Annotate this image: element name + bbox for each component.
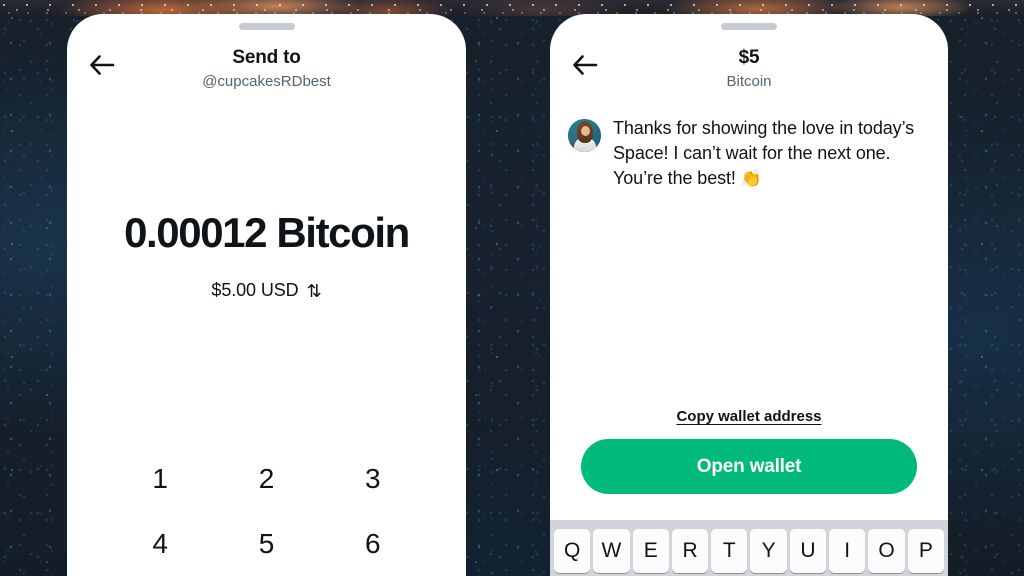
left-nav-bar: Send to @cupcakesRDbest [67, 30, 466, 102]
key-e[interactable]: E [632, 529, 669, 573]
key-t[interactable]: T [711, 529, 748, 573]
key-q[interactable]: Q [554, 529, 591, 573]
right-nav-titles: $5 Bitcoin [550, 46, 948, 92]
sheet-drag-handle[interactable] [721, 23, 777, 30]
keypad-key-4[interactable]: 4 [107, 511, 213, 576]
fiat-amount-toggle[interactable]: $5.00 USD ⇅ [211, 280, 321, 301]
screenshot-stage: Send to @cupcakesRDbest 0.00012 Bitcoin … [0, 0, 1024, 576]
key-r[interactable]: R [671, 529, 709, 573]
back-button[interactable] [85, 48, 119, 82]
back-button[interactable] [568, 48, 602, 82]
send-confirmation-screen: $5 Bitcoin Thanks for showing the love i… [550, 14, 948, 576]
key-u[interactable]: U [789, 529, 827, 573]
clapping-hands-icon: 👏 [740, 169, 762, 188]
onscreen-keyboard: Q W E R T Y U I O P [550, 520, 948, 576]
keypad-key-2[interactable]: 2 [213, 446, 319, 511]
avatar[interactable] [568, 119, 601, 152]
arrow-left-icon [572, 54, 598, 76]
keypad-key-3[interactable]: 3 [320, 446, 426, 511]
sheet-drag-handle[interactable] [238, 23, 295, 30]
currency-label: Bitcoin [726, 73, 772, 90]
keypad-key-5[interactable]: 5 [213, 511, 319, 576]
message-text: Thanks for showing the love in today’s S… [613, 118, 915, 188]
right-nav-bar: $5 Bitcoin [550, 30, 948, 102]
key-p[interactable]: P [907, 529, 944, 573]
swap-currency-icon[interactable]: ⇅ [307, 282, 322, 300]
send-amount-screen: Send to @cupcakesRDbest 0.00012 Bitcoin … [67, 14, 466, 576]
amount-display: 0.00012 Bitcoin $5.00 USD ⇅ [67, 208, 466, 301]
key-y[interactable]: Y [750, 529, 787, 573]
copy-wallet-address-link[interactable]: Copy wallet address [581, 408, 917, 425]
arrow-left-icon [89, 54, 115, 76]
keypad-key-1[interactable]: 1 [107, 446, 213, 511]
actions-spacer [550, 494, 948, 520]
key-w[interactable]: W [593, 529, 630, 573]
recipient-handle: @cupcakesRDbest [202, 73, 331, 90]
keyboard-row-top: Q W E R T Y U I O P [554, 529, 944, 573]
crypto-amount: 0.00012 Bitcoin [124, 209, 410, 256]
open-wallet-button[interactable]: Open wallet [581, 439, 917, 494]
avatar-face [581, 126, 590, 136]
keypad-key-6[interactable]: 6 [320, 511, 426, 576]
key-i[interactable]: I [829, 529, 866, 573]
left-nav-titles: Send to @cupcakesRDbest [67, 46, 466, 92]
message-text-container: Thanks for showing the love in today’s S… [613, 116, 926, 191]
amount-title: $5 [738, 47, 760, 68]
action-area: Copy wallet address Open wallet [550, 408, 948, 494]
key-o[interactable]: O [868, 529, 905, 573]
message-block: Thanks for showing the love in today’s S… [550, 102, 948, 191]
fiat-amount-label: $5.00 USD [211, 280, 299, 300]
page-title: Send to [232, 47, 301, 68]
numeric-keypad: 1 2 3 4 5 6 [67, 446, 466, 576]
